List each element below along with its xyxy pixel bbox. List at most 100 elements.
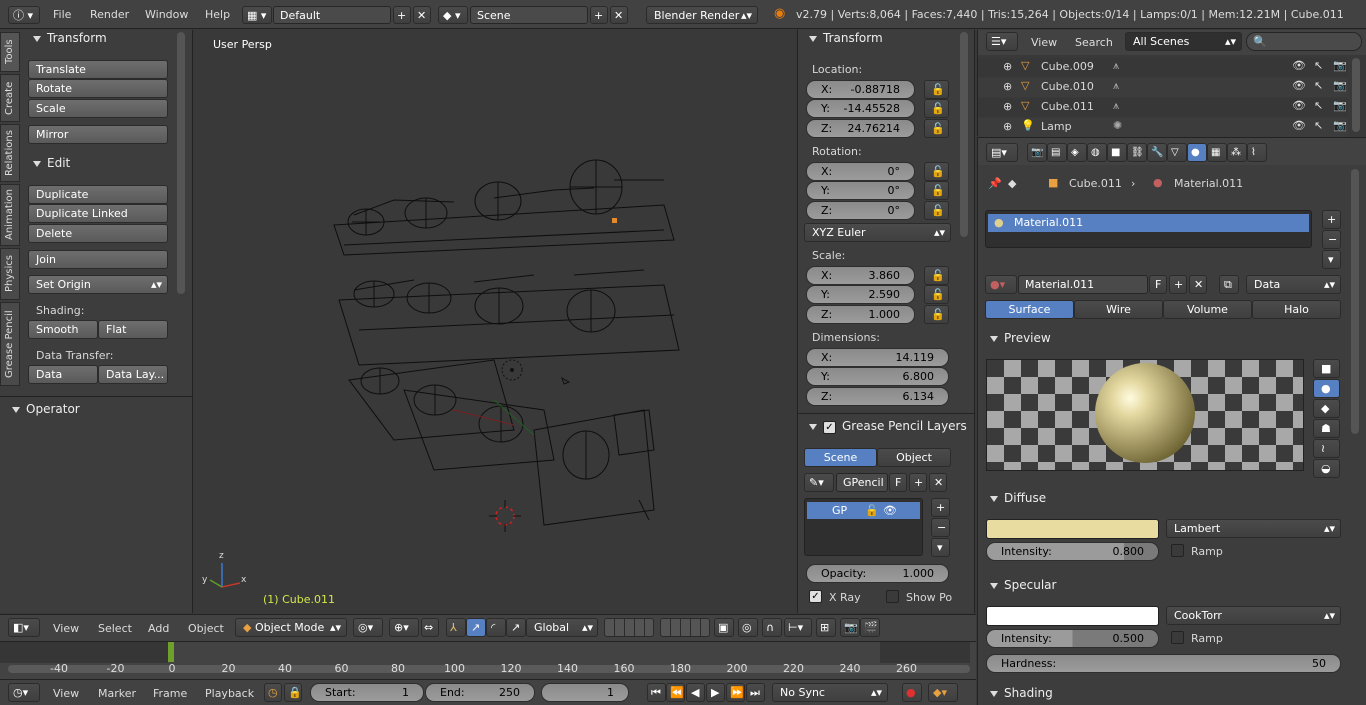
rotate-manipulator-icon[interactable]: ↗: [466, 618, 486, 637]
dimensions-z-field[interactable]: Z: 6.134: [806, 387, 949, 406]
gpencil-name-field[interactable]: GPencil: [836, 473, 888, 492]
scene-add-icon[interactable]: +: [590, 6, 608, 24]
render-camera-icon[interactable]: 📷: [1333, 119, 1347, 132]
grease-pencil-layers-checkbox[interactable]: ✓: [823, 421, 836, 434]
world-tab-icon[interactable]: ◍: [1087, 143, 1107, 162]
record-icon[interactable]: ●: [902, 683, 922, 702]
outliner-row[interactable]: ⊕ ▽ Cube.010 ⩚ 👁 ↖ 📷: [978, 78, 1348, 97]
menu-playback[interactable]: Playback: [205, 687, 254, 700]
scale-x-field[interactable]: X: 3.860: [806, 266, 915, 285]
scene-browse-button[interactable]: ◆ ▾: [438, 6, 468, 24]
snap-target-icon[interactable]: ⊞: [816, 618, 836, 637]
wireframe-scene[interactable]: [194, 30, 796, 613]
outliner-display-dropdown[interactable]: All Scenes ▴▾: [1125, 32, 1242, 51]
show-points-checkbox[interactable]: [886, 590, 899, 603]
duplicate-button[interactable]: Duplicate: [28, 185, 168, 204]
gp-layer-add-icon[interactable]: +: [931, 498, 950, 517]
tab-volume[interactable]: Volume: [1163, 300, 1252, 319]
layout-add-icon[interactable]: +: [393, 6, 411, 24]
rotate-button[interactable]: Rotate: [28, 79, 168, 98]
preview-flat-icon[interactable]: ■: [1313, 359, 1340, 378]
scale-manipulator-icon[interactable]: ◜: [486, 618, 506, 637]
tab-grease-pencil[interactable]: Grease Pencil: [0, 302, 20, 386]
material-copy-icon[interactable]: ⧉: [1219, 275, 1239, 294]
specular-shader-dropdown[interactable]: CookTorr ▴▾: [1166, 606, 1341, 625]
xray-checkbox[interactable]: ✓: [809, 590, 822, 603]
shading-panel-header[interactable]: Shading: [990, 686, 1053, 700]
pin-icon[interactable]: 📌: [988, 177, 1002, 190]
location-x-field[interactable]: X: -0.88718: [806, 80, 915, 99]
rotation-x-field[interactable]: X: 0°: [806, 162, 915, 181]
mirror-button[interactable]: Mirror: [28, 125, 168, 144]
render-layers-tab-icon[interactable]: ▤: [1047, 143, 1067, 162]
texture-tab-icon[interactable]: ▦: [1207, 143, 1227, 162]
tab-wire[interactable]: Wire: [1074, 300, 1163, 319]
material-fake-user-button[interactable]: F: [1149, 275, 1167, 294]
scene-close-icon[interactable]: ✕: [610, 6, 628, 24]
diffuse-ramp-checkbox[interactable]: [1171, 544, 1184, 557]
material-name-field[interactable]: Material.011: [1018, 275, 1148, 294]
tab-surface[interactable]: Surface: [985, 300, 1074, 319]
menu-marker[interactable]: Marker: [98, 687, 136, 700]
material-slot-remove-icon[interactable]: −: [1322, 230, 1341, 249]
rotation-z-field[interactable]: Z: 0°: [806, 201, 915, 220]
start-frame-field[interactable]: Start: 1: [310, 683, 424, 702]
properties-scrollbar[interactable]: [1351, 169, 1359, 434]
manipulator-toggle-icon[interactable]: ⇔: [421, 618, 439, 637]
object-tab-icon[interactable]: ■: [1107, 143, 1127, 162]
menu-view[interactable]: View: [1031, 36, 1057, 49]
visibility-eye-icon[interactable]: 👁: [1292, 59, 1306, 72]
render-tab-icon[interactable]: 📷: [1027, 143, 1047, 162]
menu-object[interactable]: Object: [188, 622, 224, 635]
diffuse-panel-header[interactable]: Diffuse: [990, 491, 1046, 505]
lock-frames-icon[interactable]: 🔒: [284, 683, 302, 702]
timeline-scrollbar[interactable]: [8, 665, 970, 673]
keying-set-dropdown[interactable]: ◆▾: [928, 683, 958, 702]
visibility-eye-icon[interactable]: 👁: [1292, 79, 1306, 92]
viewport-shading-dropdown[interactable]: ◎▾: [353, 618, 383, 637]
panel-transform-header[interactable]: Transform: [33, 31, 107, 45]
snap-toggle-icon[interactable]: ∩: [762, 618, 782, 637]
expand-icon[interactable]: ⊕: [1003, 120, 1012, 133]
timeline-area[interactable]: -40 -20 0 20 40 60 80 100 120 140 160 180 200 220 240 2…: [0, 641, 976, 679]
scene-layers-grid-2[interactable]: [660, 618, 710, 637]
outliner-item-name[interactable]: Cube.010: [1041, 80, 1094, 93]
lock-rotation-z-icon[interactable]: 🔓: [924, 201, 949, 220]
material-add-icon[interactable]: +: [1169, 275, 1187, 294]
layer-lock-icon[interactable]: ▣: [714, 618, 734, 637]
visibility-eye-icon[interactable]: 👁: [1292, 119, 1306, 132]
viewport-3d[interactable]: User Persp z x y (1) Cube.011: [194, 30, 796, 613]
material-unlink-icon[interactable]: ✕: [1189, 275, 1207, 294]
gp-layer-row[interactable]: GP 🔓 👁: [807, 502, 920, 519]
lock-icon[interactable]: 🔓: [865, 502, 879, 519]
current-frame-field[interactable]: 1: [541, 683, 629, 702]
visibility-eye-icon[interactable]: 👁: [1292, 99, 1306, 112]
lock-scale-z-icon[interactable]: 🔓: [924, 305, 949, 324]
material-slot-row[interactable]: ● Material.011: [988, 214, 1309, 232]
scale-z-field[interactable]: Z: 1.000: [806, 305, 915, 324]
grease-pencil-layers-header[interactable]: ✓ Grease Pencil Layers: [809, 419, 967, 434]
render-camera-icon[interactable]: 📷: [1333, 99, 1347, 112]
duplicate-linked-button[interactable]: Duplicate Linked: [28, 204, 168, 223]
particles-tab-icon[interactable]: ⁂: [1227, 143, 1247, 162]
diffuse-color-swatch[interactable]: [986, 519, 1159, 539]
flat-button[interactable]: Flat: [98, 320, 168, 339]
lock-rotation-y-icon[interactable]: 🔓: [924, 181, 949, 200]
object-mode-dropdown[interactable]: ◆ Object Mode ▴▾: [235, 618, 347, 637]
diffuse-intensity-slider[interactable]: Intensity: 0.800: [986, 542, 1159, 561]
menu-frame[interactable]: Frame: [153, 687, 187, 700]
outliner-item-name[interactable]: Cube.009: [1041, 60, 1094, 73]
tab-relations[interactable]: Relations: [0, 124, 20, 182]
hardness-field[interactable]: Hardness: 50: [986, 654, 1341, 673]
scene-layers-grid-1[interactable]: [604, 618, 654, 637]
render-camera-icon[interactable]: 📷: [1333, 79, 1347, 92]
gp-layer-menu-icon[interactable]: ▾: [931, 538, 950, 557]
jump-keyframe-back-icon[interactable]: ⏪: [666, 683, 685, 702]
dimensions-x-field[interactable]: X: 14.119: [806, 348, 949, 367]
menu-file[interactable]: File: [53, 8, 71, 21]
outliner-row[interactable]: ⊕ 💡 Lamp ✺ 👁 ↖ 📷: [978, 118, 1348, 137]
smooth-button[interactable]: Smooth: [28, 320, 98, 339]
outliner-row[interactable]: ⊕ ▽ Cube.011 ⩚ 👁 ↖ 📷: [978, 98, 1348, 117]
location-z-field[interactable]: Z: 24.76214: [806, 119, 915, 138]
preview-hair-icon[interactable]: ≀: [1313, 439, 1340, 458]
